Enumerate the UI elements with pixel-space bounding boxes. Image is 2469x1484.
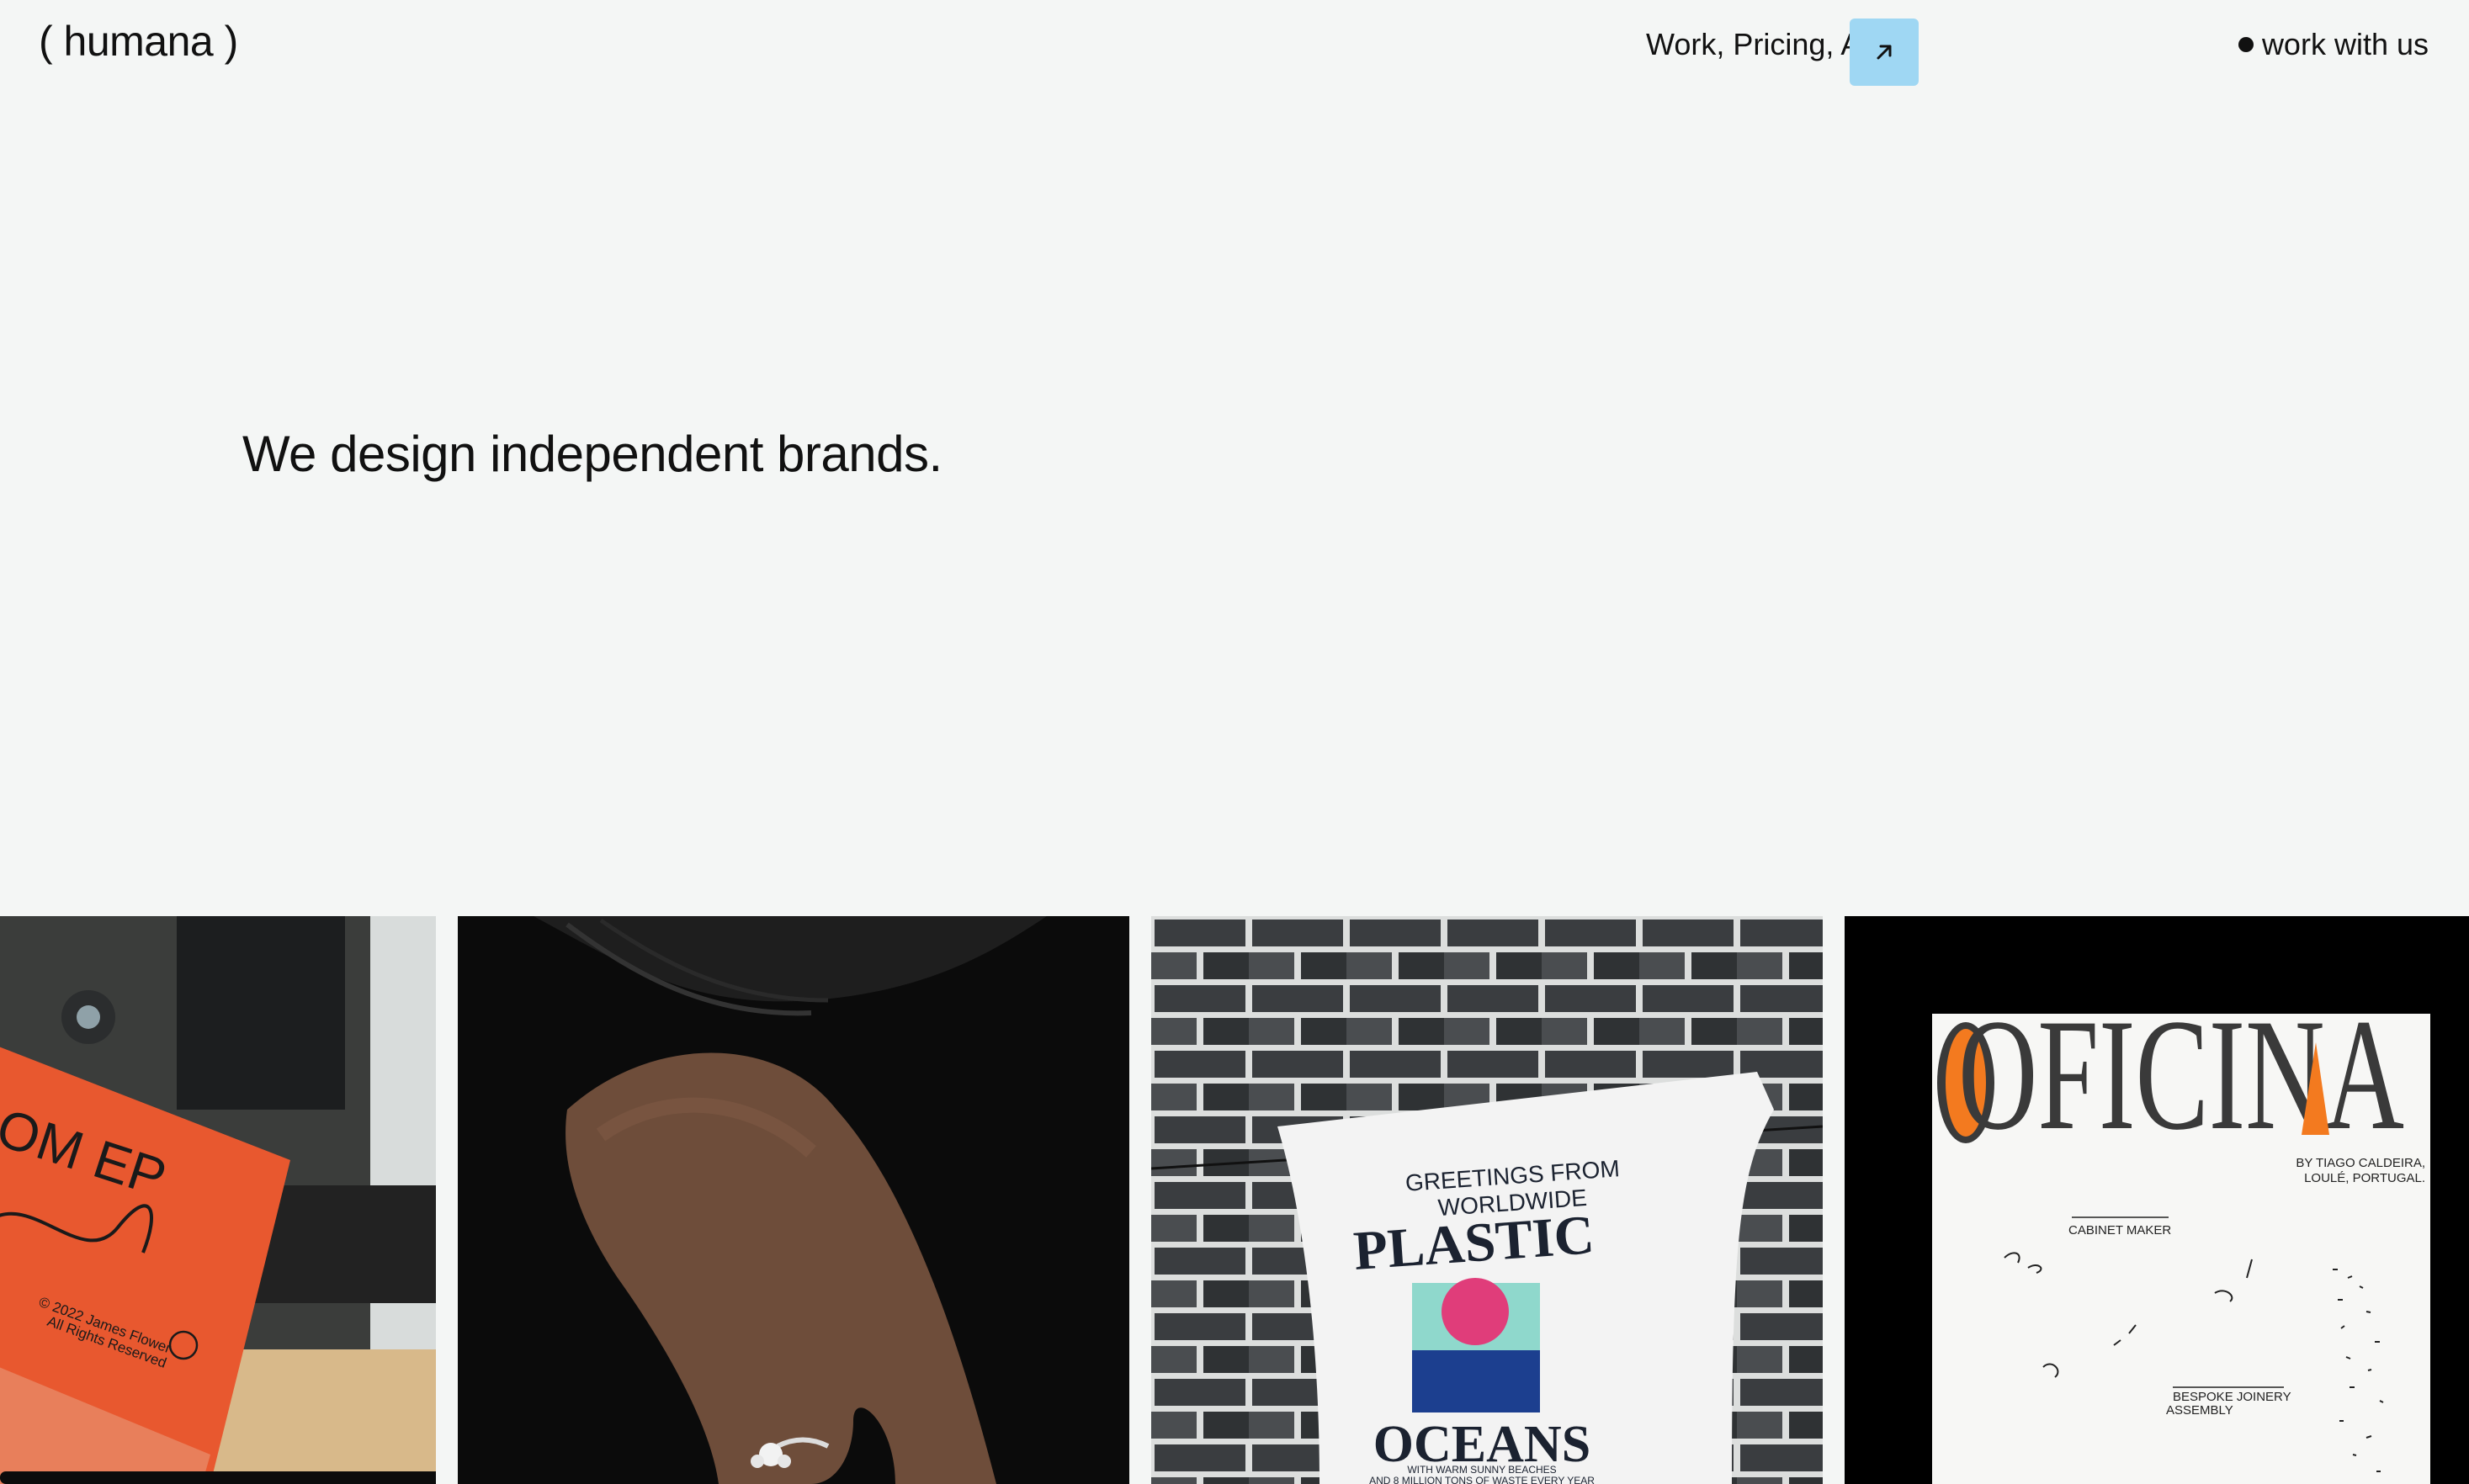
tshirt-line6: AND 8 MILLION TONS OF WASTE EVERY YEAR	[1369, 1475, 1595, 1484]
project-card-record[interactable]: OM EP © 2022 James Flower All Rights Res…	[0, 916, 436, 1484]
arrow-up-right-icon	[1877, 45, 1892, 60]
nav-arrow-button[interactable]	[1850, 19, 1919, 86]
dot-icon	[2238, 37, 2254, 52]
record-image: OM EP © 2022 James Flower All Rights Res…	[0, 916, 436, 1484]
tshirt-line5: WITH WARM SUNNY BEACHES	[1407, 1464, 1556, 1476]
cta-label: work with us	[2261, 27, 2429, 61]
project-card-tshirt[interactable]: GREETINGS FROM WORLDWIDE PLASTIC OCEANS …	[1151, 916, 1823, 1484]
poster-label1: CABINET MAKER	[2068, 1223, 2171, 1238]
logo[interactable]: ( humana )	[39, 17, 238, 66]
project-card-ring[interactable]	[458, 916, 1129, 1484]
nav-links[interactable]: Work, Pricing, A	[1646, 27, 1861, 62]
work-with-us-link[interactable]: work with us	[2238, 27, 2429, 62]
project-card-oficina[interactable]: OFICINA BY TIAGO CALDEIRA, LOULÉ, PORTUG…	[1845, 916, 2469, 1484]
tshirt-image: GREETINGS FROM WORLDWIDE PLASTIC OCEANS …	[1151, 916, 1823, 1484]
poster-byline1: BY TIAGO CALDEIRA,	[2296, 1156, 2425, 1170]
poster-label2a: BESPOKE JOINERY	[2173, 1390, 2291, 1404]
poster-title: OFICINA	[1958, 987, 2404, 1163]
ring-image	[458, 916, 1129, 1484]
poster-label2b: ASSEMBLY	[2166, 1403, 2233, 1418]
oficina-poster-image: OFICINA BY TIAGO CALDEIRA, LOULÉ, PORTUG…	[1845, 916, 2469, 1484]
poster-byline2: LOULÉ, PORTUGAL.	[2304, 1171, 2425, 1185]
hero-headline: We design independent brands.	[242, 426, 942, 482]
